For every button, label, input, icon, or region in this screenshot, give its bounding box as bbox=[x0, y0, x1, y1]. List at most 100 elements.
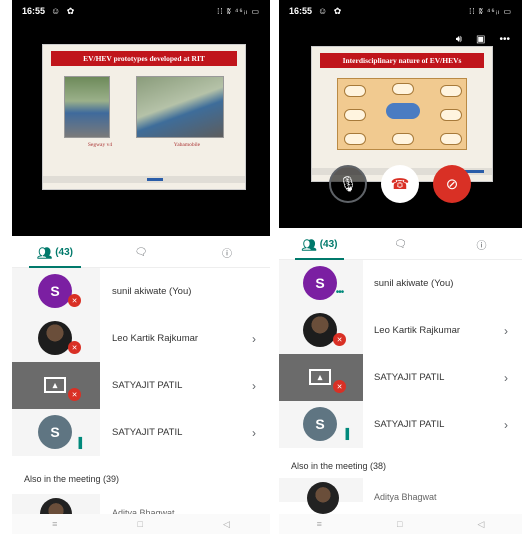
screen-share-icon: ▴ bbox=[44, 377, 66, 393]
also-in-meeting-label: Also in the meeting (38) bbox=[291, 461, 387, 471]
mic-off-icon: ✕ bbox=[68, 294, 81, 307]
back-icon[interactable]: ◁ bbox=[478, 519, 485, 530]
status-time: 16:55 bbox=[22, 6, 46, 16]
home-icon[interactable]: □ bbox=[137, 519, 142, 529]
slide-caption: Yabamobile bbox=[173, 142, 201, 148]
participant-name: SATYAJIT PATIL bbox=[112, 427, 183, 438]
tab-people[interactable]: 👥︎ (43) bbox=[12, 238, 98, 268]
hang-up-button[interactable]: ☎︎ bbox=[381, 165, 419, 203]
participant-row[interactable]: S ••• sunil akiwate (You) bbox=[279, 260, 522, 307]
avatar bbox=[303, 313, 337, 347]
participant-row[interactable]: S ▐ SATYAJIT PATIL › bbox=[279, 401, 522, 448]
shared-slide: EV/HEV prototypes developed at RIT Segwa… bbox=[42, 44, 246, 190]
signal-battery-icons: ⁞⁞ ʬ ⁴⁶ᵢₗ ▭ bbox=[217, 6, 260, 16]
status-time: 16:55 bbox=[289, 6, 313, 16]
shared-slide: Interdisciplinary nature of EV/HEVs bbox=[311, 46, 493, 182]
participant-row[interactable]: ▴ ✕ SATYAJIT PATIL › bbox=[279, 354, 522, 401]
call-controls: 🎙︎ ☎︎ ⊘ bbox=[279, 165, 522, 215]
mic-off-icon: ✕ bbox=[333, 333, 346, 346]
info-icon: ⓘ bbox=[222, 249, 232, 260]
tab-people[interactable]: 👥︎ (43) bbox=[279, 230, 360, 260]
avatar: S bbox=[303, 266, 337, 300]
mic-icon: 🎙︎ bbox=[338, 176, 358, 193]
participant-row[interactable]: ▴ ✕ SATYAJIT PATIL › bbox=[12, 362, 270, 409]
participant-row[interactable]: S ✕ sunil akiwate (You) bbox=[12, 268, 270, 315]
signal-battery-icons: ⁞⁞ ʬ ⁴⁶ᵢₗ ▭ bbox=[469, 6, 512, 16]
recent-apps-icon[interactable]: ≡ bbox=[317, 519, 322, 529]
participant-name: sunil akiwate (You) bbox=[374, 278, 454, 289]
captions-icon[interactable]: ▣ bbox=[476, 34, 485, 45]
android-nav-bar: ≡ □ ◁ bbox=[279, 514, 522, 534]
presentation-video: 16:55 ☺ ✿ ⁞⁞ ʬ ⁴⁶ᵢₗ ▭ EV/HEV prototypes … bbox=[12, 0, 270, 236]
participant-name: SATYAJIT PATIL bbox=[112, 380, 183, 391]
avatar: S bbox=[38, 274, 72, 308]
avatar bbox=[307, 482, 339, 514]
camera-off-button[interactable]: ⊘ bbox=[433, 165, 471, 203]
more-dots-icon: ••• bbox=[335, 287, 345, 298]
camera-off-icon: ⊘ bbox=[445, 176, 459, 193]
chat-icon: 🗨︎ bbox=[394, 239, 407, 250]
mic-off-icon: ✕ bbox=[68, 341, 81, 354]
chevron-right-icon[interactable]: › bbox=[504, 324, 508, 338]
participant-row[interactable]: ✕ Leo Kartik Rajkumar › bbox=[279, 307, 522, 354]
tab-chat[interactable]: 🗨︎ bbox=[98, 238, 184, 267]
chevron-right-icon[interactable]: › bbox=[504, 371, 508, 385]
avatar bbox=[38, 321, 72, 355]
participant-name: Leo Kartik Rajkumar bbox=[374, 325, 461, 336]
slide-progress-bar bbox=[43, 176, 245, 183]
chevron-right-icon[interactable]: › bbox=[252, 426, 256, 440]
meeting-tabs: 👥︎ (43) 🗨︎ ⓘ bbox=[12, 238, 270, 268]
screen-share-icon: ▴ bbox=[309, 369, 331, 385]
speaker-icon[interactable]: 🔊︎ bbox=[456, 34, 462, 45]
participant-list: S ••• sunil akiwate (You) ✕ Leo Kartik R… bbox=[279, 260, 522, 448]
chevron-right-icon[interactable]: › bbox=[252, 379, 256, 393]
recent-apps-icon[interactable]: ≡ bbox=[52, 519, 57, 529]
slide-diagram bbox=[337, 78, 467, 150]
tab-info[interactable]: ⓘ bbox=[184, 238, 270, 267]
status-bar: 16:55 ☺ ✿ ⁞⁞ ʬ ⁴⁶ᵢₗ ▭ bbox=[279, 0, 522, 22]
chevron-right-icon[interactable]: › bbox=[252, 332, 256, 346]
tab-chat[interactable]: 🗨︎ bbox=[360, 230, 441, 259]
home-icon[interactable]: □ bbox=[397, 519, 402, 529]
audio-off-icon: ✕ bbox=[68, 388, 81, 401]
slide-photo-vehicle bbox=[136, 76, 224, 138]
people-count: (43) bbox=[55, 247, 74, 258]
participant-name: SATYAJIT PATIL bbox=[374, 372, 445, 383]
avatar: S bbox=[38, 415, 72, 449]
status-bar: 16:55 ☺ ✿ ⁞⁞ ʬ ⁴⁶ᵢₗ ▭ bbox=[12, 0, 270, 22]
also-in-meeting-label: Also in the meeting (39) bbox=[24, 474, 120, 484]
back-icon[interactable]: ◁ bbox=[223, 519, 230, 530]
notification-icons: ☺ ✿ bbox=[51, 5, 77, 16]
phone-hangup-icon: ☎︎ bbox=[390, 176, 410, 193]
more-options-icon[interactable]: ••• bbox=[499, 34, 510, 45]
participant-tile[interactable] bbox=[279, 478, 363, 514]
people-icon: 👥︎ bbox=[301, 237, 317, 252]
slide-title: Interdisciplinary nature of EV/HEVs bbox=[320, 53, 484, 68]
meeting-tabs: 👥︎ (43) 🗨︎ ⓘ bbox=[279, 230, 522, 260]
people-icon: 👥︎ bbox=[36, 245, 53, 260]
chevron-right-icon[interactable]: › bbox=[504, 418, 508, 432]
participant-name: SATYAJIT PATIL bbox=[374, 419, 445, 430]
speaking-icon: ▐ bbox=[74, 438, 83, 449]
participant-name: Leo Kartik Rajkumar bbox=[112, 333, 199, 344]
tab-info[interactable]: ⓘ bbox=[441, 230, 522, 259]
slide-caption: Segway v4 bbox=[87, 142, 113, 148]
audio-off-icon: ✕ bbox=[333, 380, 346, 393]
people-count: (43) bbox=[319, 239, 338, 250]
avatar: S bbox=[303, 407, 337, 441]
slide-photo-segway bbox=[64, 76, 110, 138]
chat-icon: 🗨︎ bbox=[134, 247, 148, 258]
right-phone-screen: 16:55 ☺ ✿ ⁞⁞ ʬ ⁴⁶ᵢₗ ▭ 🔊︎ ▣ ••• Interdisc… bbox=[279, 0, 522, 534]
slide-title: EV/HEV prototypes developed at RIT bbox=[51, 51, 237, 66]
participant-name: Aditya Bhagwat bbox=[374, 492, 437, 502]
participant-list: S ✕ sunil akiwate (You) ✕ Leo Kartik Raj… bbox=[12, 268, 270, 456]
participant-row[interactable]: ✕ Leo Kartik Rajkumar › bbox=[12, 315, 270, 362]
presentation-video[interactable]: 16:55 ☺ ✿ ⁞⁞ ʬ ⁴⁶ᵢₗ ▭ 🔊︎ ▣ ••• Interdisc… bbox=[279, 0, 522, 228]
notification-icons: ☺ ✿ bbox=[318, 5, 344, 16]
speaking-icon: ▐ bbox=[341, 429, 350, 440]
info-icon: ⓘ bbox=[476, 241, 487, 252]
microphone-button[interactable]: 🎙︎ bbox=[329, 165, 367, 203]
android-nav-bar: ≡ □ ◁ bbox=[12, 514, 270, 534]
participant-row[interactable]: S ▐ SATYAJIT PATIL › bbox=[12, 409, 270, 456]
left-phone-screen: 16:55 ☺ ✿ ⁞⁞ ʬ ⁴⁶ᵢₗ ▭ EV/HEV prototypes … bbox=[12, 0, 270, 534]
